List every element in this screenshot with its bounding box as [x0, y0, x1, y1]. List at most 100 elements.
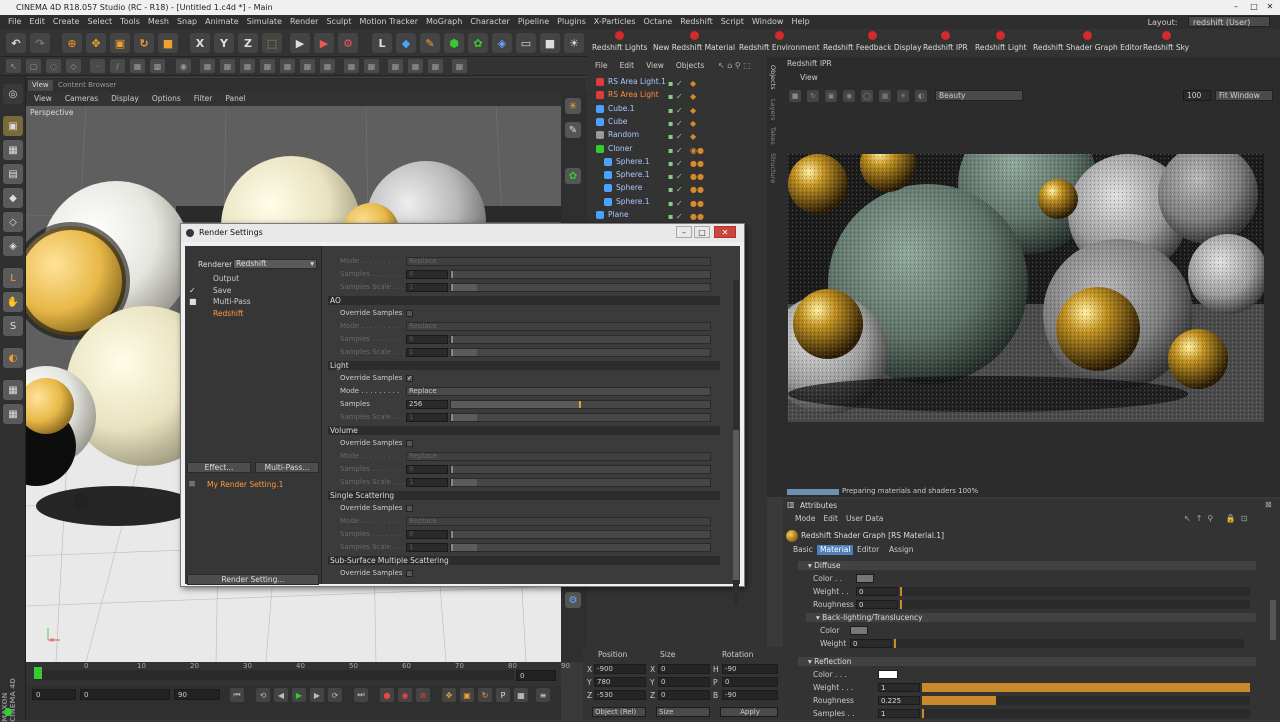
vp-menu-filter[interactable]: Filter	[186, 92, 218, 106]
menu-simulate[interactable]: Simulate	[243, 15, 286, 29]
magnet-icon[interactable]: ◐	[3, 348, 23, 368]
samples-slider[interactable]	[450, 478, 711, 487]
ipr-render-image[interactable]	[788, 154, 1264, 422]
y-axis-toggle[interactable]: Y	[214, 33, 234, 53]
grid-lock-icon[interactable]: ▦	[3, 380, 23, 400]
obj-manager-nav-icons[interactable]: ↖ ⌂ ⚲ ⬚	[718, 61, 751, 70]
lasso-select-icon[interactable]: ◌	[46, 59, 61, 73]
keyframe-selection-icon[interactable]: ⊘	[416, 688, 430, 702]
override-samples-checkbox[interactable]	[406, 310, 413, 317]
close-button[interactable]: ✕	[1262, 1, 1278, 13]
model-mode-icon[interactable]: ▣	[3, 116, 23, 136]
param-key-icon[interactable]: P	[496, 688, 510, 702]
side-tab-layers[interactable]: Layers	[769, 99, 777, 121]
slider-handle[interactable]	[451, 531, 453, 538]
samples-slider[interactable]	[450, 400, 711, 409]
rs-shader-graph-button[interactable]: Redshift Shader Graph Editor	[1033, 31, 1142, 52]
cube-object-icon[interactable]: ◆	[396, 33, 416, 53]
menu-animate[interactable]: Animate	[201, 15, 243, 29]
render-settings-icon[interactable]: ⚙	[338, 33, 358, 53]
slider-handle[interactable]	[451, 271, 453, 278]
coord-size-field[interactable]: 0	[658, 664, 710, 674]
prev-frame-icon[interactable]: ◀	[274, 688, 288, 702]
object-tags-icon[interactable]: ●●	[690, 210, 704, 223]
spline-pen-icon[interactable]: ✎	[420, 33, 440, 53]
z-axis-toggle[interactable]: Z	[238, 33, 258, 53]
diffuse-weight-slider[interactable]	[900, 587, 1250, 596]
axis-icon[interactable]: ▦	[280, 59, 295, 73]
samples-field[interactable]: 8	[406, 465, 448, 474]
polygons-mode-icon[interactable]: ▦	[130, 59, 145, 73]
settings-tool-icon[interactable]: ⚙	[565, 592, 581, 608]
menu-render[interactable]: Render	[286, 15, 322, 29]
object-row[interactable]: Sphere.1 ▪ ✓ ●●	[590, 168, 770, 181]
symmetry-icon[interactable]: ▦	[300, 59, 315, 73]
object-row[interactable]: Random ▪ ✓ ◆	[590, 128, 770, 141]
reflection-section-header[interactable]: ▾ Reflection	[798, 657, 1256, 666]
timeline[interactable]: 0 10 20 30 40 50 60 70 80 90 0	[26, 662, 570, 686]
object-row[interactable]: Sphere.1 ▪ ✓ ●●	[590, 195, 770, 208]
render-picture-viewer-icon[interactable]: ▶	[314, 33, 334, 53]
render-view-icon[interactable]: ▶	[290, 33, 310, 53]
undo-icon[interactable]: ↶	[6, 33, 26, 53]
samples-slider[interactable]	[450, 413, 711, 422]
object-row[interactable]: Cube.1 ▪ ✓ ◆	[590, 102, 770, 115]
renderer-dropdown[interactable]: Redshift ▾	[233, 259, 317, 269]
goto-start-icon[interactable]: ⏮	[230, 688, 244, 702]
rs-new-material-button[interactable]: New Redshift Material	[653, 31, 735, 52]
select-icon[interactable]: ⊕	[62, 33, 82, 53]
menu-plugins[interactable]: Plugins	[553, 15, 590, 29]
vp-menu-panel[interactable]: Panel	[217, 92, 250, 106]
menu-mesh[interactable]: Mesh	[144, 15, 173, 29]
slider-handle[interactable]	[451, 544, 453, 551]
menu-motion-tracker[interactable]: Motion Tracker	[355, 15, 422, 29]
reflection-weight-field[interactable]: 1	[878, 683, 920, 692]
slider-handle[interactable]	[451, 479, 453, 486]
rs-light-button[interactable]: Redshift Light	[975, 31, 1027, 52]
samples-field[interactable]: 8	[406, 530, 448, 539]
rs-environment-button[interactable]: Redshift Environment	[739, 31, 820, 52]
lock-icon[interactable]: ▦	[364, 59, 379, 73]
grid-icon-3[interactable]: ▦	[240, 59, 255, 73]
reflection-color-swatch[interactable]	[878, 670, 898, 679]
ipr-stop-icon[interactable]: ■	[789, 90, 801, 102]
render-settings-item[interactable]: Save	[213, 286, 231, 295]
menu-redshift[interactable]: Redshift	[676, 15, 716, 29]
diffuse-color-swatch[interactable]	[856, 574, 874, 583]
rs-sky-button[interactable]: Redshift Sky	[1143, 31, 1189, 52]
enable-axis-icon[interactable]: L	[3, 268, 23, 288]
position-key-icon[interactable]: ✥	[442, 688, 456, 702]
object-row[interactable]: Cloner ▪ ✓ ◉●	[590, 142, 770, 155]
menu-select[interactable]: Select	[83, 15, 116, 29]
prev-key-icon[interactable]: ⟲	[256, 688, 270, 702]
coordinate-system-icon[interactable]: ⬚	[262, 33, 282, 53]
menu-create[interactable]: Create	[49, 15, 84, 29]
coord-rotation-field[interactable]: 0	[722, 677, 778, 687]
rs-lights-button[interactable]: Redshift Lights	[592, 31, 647, 52]
backlighting-section-header[interactable]: ▾ Back-lighting/Translucency	[806, 613, 1256, 622]
start-frame-field[interactable]: 0	[32, 689, 76, 700]
null-object-icon[interactable]: L	[372, 33, 392, 53]
mode-dropdown[interactable]: Replace	[406, 387, 711, 396]
dialog-scrollbar-thumb[interactable]	[733, 430, 739, 580]
scale-icon[interactable]: ▣	[110, 33, 130, 53]
obj-menu-edit[interactable]: Edit	[612, 60, 639, 72]
render-item-check[interactable]: ■	[189, 297, 197, 306]
next-frame-icon[interactable]: ▶	[310, 688, 324, 702]
attributes-nav-icons[interactable]: ↖↑⚲ 🔒⊡	[1184, 514, 1252, 523]
pla-key-icon[interactable]: ▦	[514, 688, 528, 702]
texture-mode-icon[interactable]: ▦	[3, 140, 23, 160]
ipr-view-menu[interactable]: View	[800, 73, 818, 82]
render-settings-item[interactable]: Output	[213, 274, 239, 283]
override-samples-checkbox[interactable]: ✓	[406, 375, 413, 382]
object-row[interactable]: Sphere ▪ ✓ ●●	[590, 181, 770, 194]
rs-section-header[interactable]: Single Scattering	[328, 491, 720, 500]
coord-position-field[interactable]: -900	[594, 664, 646, 674]
menu-sculpt[interactable]: Sculpt	[322, 15, 355, 29]
menu-snap[interactable]: Snap	[173, 15, 201, 29]
floor-icon[interactable]: ▭	[516, 33, 536, 53]
brush-tool-icon[interactable]: ✎	[565, 122, 581, 138]
vp-menu-view[interactable]: View	[26, 92, 57, 106]
rotation-key-icon[interactable]: ↻	[478, 688, 492, 702]
ipr-refresh-icon[interactable]: ↻	[807, 90, 819, 102]
